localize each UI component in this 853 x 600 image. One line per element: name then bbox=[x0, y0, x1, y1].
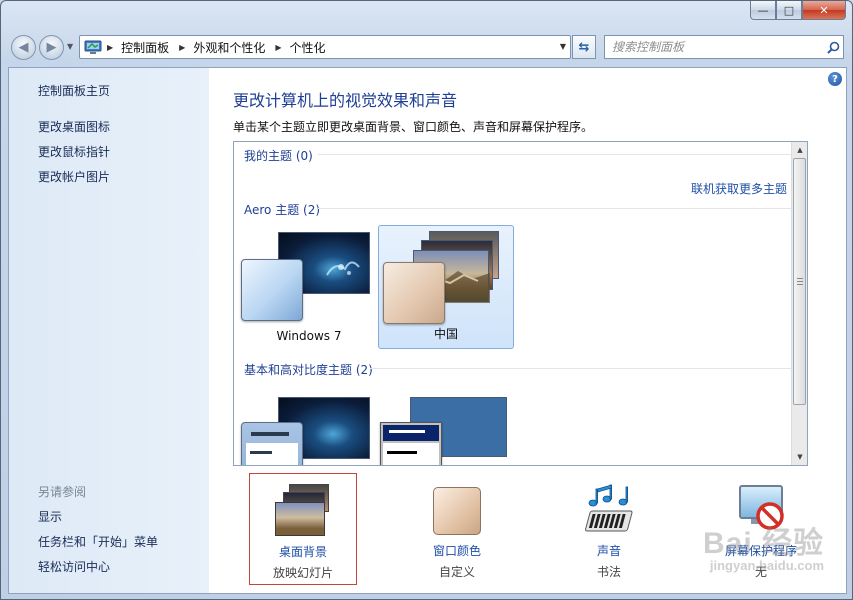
breadcrumb-control-panel[interactable]: 控制面板 ▶ bbox=[121, 39, 193, 56]
back-arrow-icon: ◀ bbox=[18, 40, 29, 55]
see-also-ease-of-access[interactable]: 轻松访问中心 bbox=[38, 558, 110, 575]
sidebar-change-desktop-icons[interactable]: 更改桌面图标 bbox=[38, 118, 110, 135]
window-color-value: 自定义 bbox=[438, 565, 475, 579]
see-also-display[interactable]: 显示 bbox=[38, 508, 62, 525]
breadcrumb-appearance[interactable]: 外观和个性化 ▶ bbox=[193, 39, 289, 56]
main-panel: ? 更改计算机上的视觉效果和声音 单击某个主题立即更改桌面背景、窗口颜色、声音和… bbox=[209, 68, 846, 593]
sidebar-change-account-picture[interactable]: 更改帐户图片 bbox=[38, 168, 110, 185]
search-box[interactable] bbox=[604, 35, 844, 59]
theme-window-color-preview bbox=[380, 422, 442, 465]
search-input[interactable] bbox=[605, 37, 823, 57]
get-more-themes-online-link[interactable]: 联机获取更多主题 bbox=[691, 180, 787, 197]
group-divider bbox=[318, 208, 795, 209]
theme-windows-7[interactable]: Windows 7 bbox=[241, 225, 377, 349]
desktop-background-button[interactable]: 桌面背景 放映幻灯片 bbox=[249, 473, 357, 585]
search-icon[interactable] bbox=[823, 41, 843, 54]
theme-window-color-preview bbox=[383, 262, 445, 324]
personalization-window: — □ ✕ ◀ ▶ ▼ ▶ 控制面板 ▶ 外观和个性化 ▶ 个性化 ▼ ⇆ 搜索… bbox=[0, 0, 853, 600]
theme-windows-basic[interactable] bbox=[241, 392, 377, 465]
theme-china[interactable]: 中国 bbox=[378, 225, 514, 349]
breadcrumb-root-arrow[interactable]: ▶ bbox=[103, 43, 121, 52]
sounds-icon bbox=[581, 483, 637, 537]
breadcrumb-personalization[interactable]: 个性化 bbox=[290, 39, 326, 56]
sidebar-control-panel-home[interactable]: 控制面板主页 bbox=[38, 82, 110, 99]
address-dropdown-icon[interactable]: ▼ bbox=[560, 42, 566, 51]
group-my-themes: 我的主题 (0) bbox=[244, 149, 313, 163]
address-bar[interactable]: ▶ 控制面板 ▶ 外观和个性化 ▶ 个性化 ▼ bbox=[79, 35, 571, 59]
close-button[interactable]: ✕ bbox=[802, 1, 846, 20]
sounds-button[interactable]: 声音 书法 bbox=[555, 473, 663, 585]
sounds-label: 声音 bbox=[596, 544, 621, 558]
sounds-value: 书法 bbox=[596, 565, 621, 579]
desktop-background-label: 桌面背景 bbox=[278, 545, 327, 559]
control-panel-icon bbox=[83, 39, 103, 55]
scroll-down-arrow-icon[interactable]: ▼ bbox=[792, 449, 807, 465]
desktop-background-icon bbox=[275, 484, 331, 538]
help-icon[interactable]: ? bbox=[828, 72, 842, 86]
screensaver-label: 屏幕保护程序 bbox=[724, 544, 797, 558]
theme-label: Windows 7 bbox=[276, 329, 342, 343]
back-button[interactable]: ◀ bbox=[11, 35, 36, 60]
forward-arrow-icon: ▶ bbox=[46, 40, 57, 55]
page-title: 更改计算机上的视觉效果和声音 bbox=[233, 91, 458, 110]
window-caption-buttons: — □ ✕ bbox=[750, 1, 846, 21]
scroll-up-arrow-icon[interactable]: ▲ bbox=[792, 142, 807, 158]
theme-list-scrollbar[interactable]: ▲ ▼ bbox=[791, 142, 807, 465]
recent-pages-dropdown[interactable]: ▼ bbox=[67, 42, 73, 51]
minimize-button[interactable]: — bbox=[750, 1, 776, 20]
task-sidebar: 控制面板主页 更改桌面图标 更改鼠标指针 更改帐户图片 另请参阅 显示 任务栏和… bbox=[9, 68, 209, 593]
content-area: 控制面板主页 更改桌面图标 更改鼠标指针 更改帐户图片 另请参阅 显示 任务栏和… bbox=[8, 67, 847, 594]
theme-label: 中国 bbox=[433, 327, 458, 341]
forward-button[interactable]: ▶ bbox=[39, 35, 64, 60]
scrollbar-thumb[interactable] bbox=[793, 158, 806, 405]
theme-high-contrast[interactable] bbox=[378, 392, 514, 465]
see-also-taskbar-start-menu[interactable]: 任务栏和「开始」菜单 bbox=[38, 533, 158, 550]
refresh-icon: ⇆ bbox=[578, 39, 590, 55]
theme-window-color-preview bbox=[241, 259, 303, 321]
theme-list: 我的主题 (0) 联机获取更多主题 Aero 主题 (2) Windows 7 … bbox=[233, 141, 808, 466]
see-also-heading: 另请参阅 bbox=[38, 485, 87, 499]
window-color-label: 窗口颜色 bbox=[432, 544, 481, 558]
window-color-button[interactable]: 窗口颜色 自定义 bbox=[403, 473, 511, 585]
sidebar-change-mouse-pointers[interactable]: 更改鼠标指针 bbox=[38, 143, 110, 160]
theme-window-color-preview bbox=[241, 422, 303, 465]
screensaver-button[interactable]: 屏幕保护程序 无 bbox=[707, 473, 815, 585]
group-divider bbox=[370, 368, 795, 369]
screensaver-value: 无 bbox=[754, 565, 767, 579]
group-aero-themes: Aero 主题 (2) bbox=[244, 203, 321, 217]
screensaver-icon bbox=[733, 483, 789, 537]
navigation-bar: ◀ ▶ ▼ ▶ 控制面板 ▶ 外观和个性化 ▶ 个性化 ▼ ⇆ 搜索控制面板 bbox=[1, 29, 852, 63]
desktop-background-value: 放映幻灯片 bbox=[272, 566, 333, 580]
group-basic-themes: 基本和高对比度主题 (2) bbox=[244, 363, 373, 377]
group-divider bbox=[318, 154, 795, 155]
window-color-icon bbox=[429, 483, 485, 537]
maximize-button[interactable]: □ bbox=[776, 1, 802, 20]
page-subtitle: 单击某个主题立即更改桌面背景、窗口颜色、声音和屏幕保护程序。 bbox=[233, 120, 594, 134]
refresh-button[interactable]: ⇆ bbox=[572, 35, 596, 59]
